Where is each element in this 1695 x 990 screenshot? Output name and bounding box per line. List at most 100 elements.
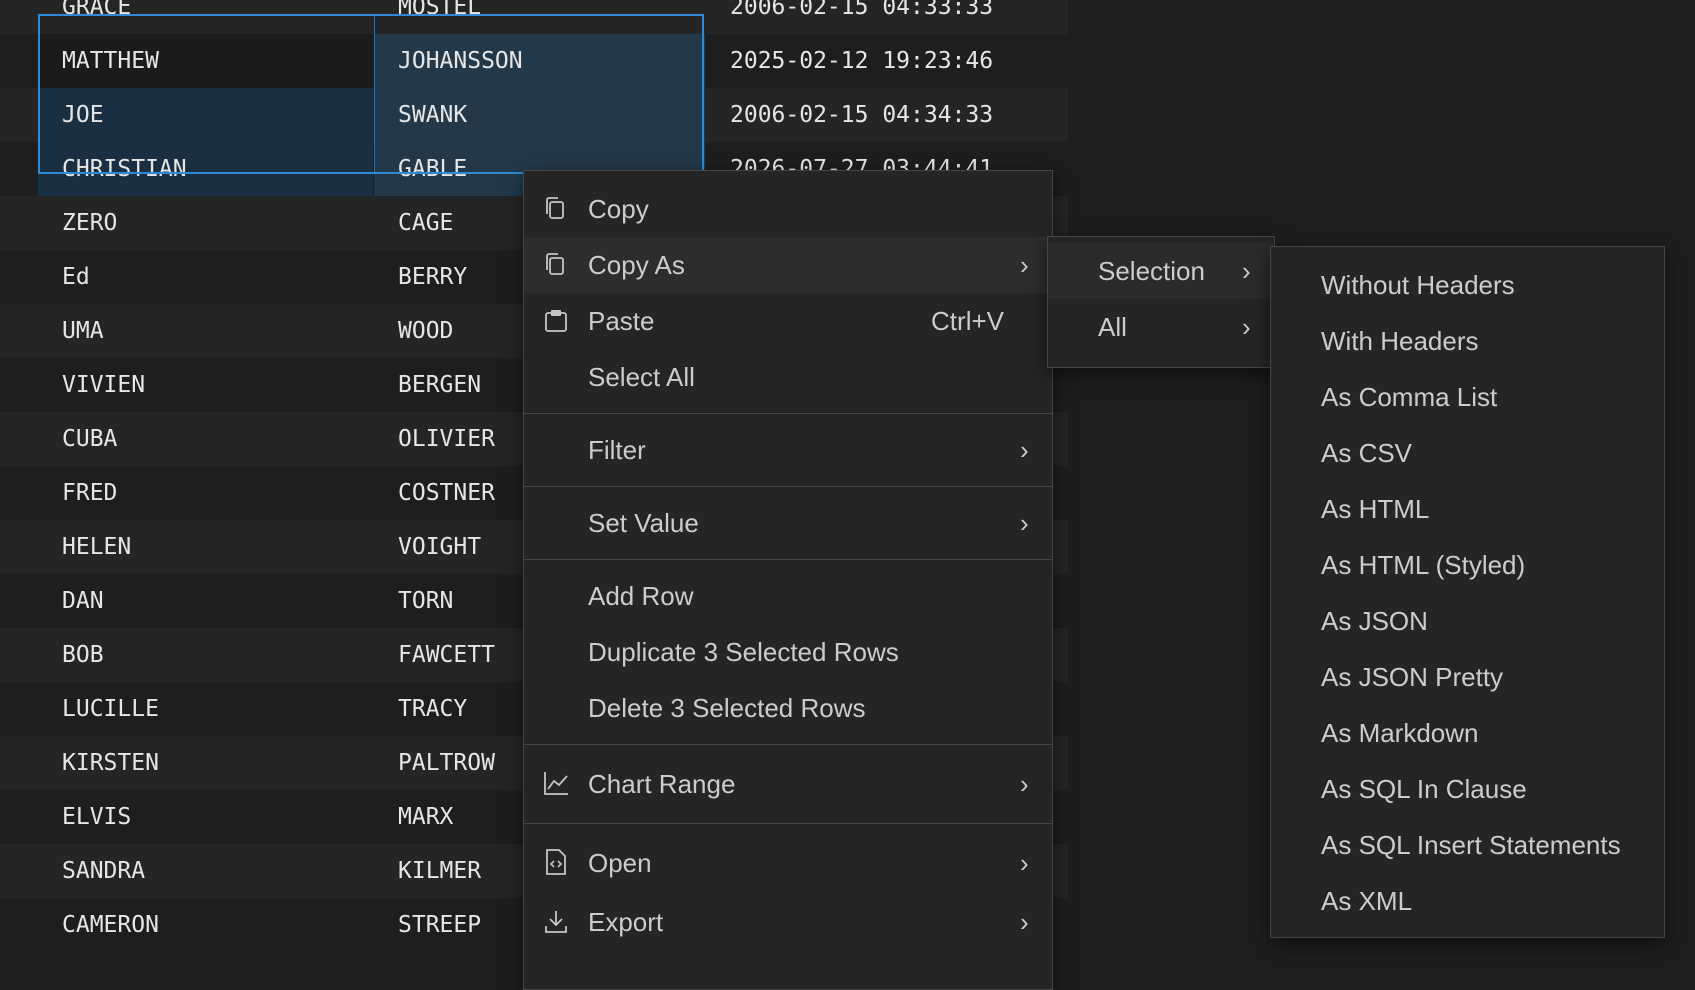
menu-item-label: Add Row	[588, 581, 694, 611]
menu-item-label: As XML	[1321, 886, 1413, 916]
chevron-right-icon: ›	[1020, 907, 1029, 937]
last-update-cell[interactable]: 2025-02-12 19:23:46	[706, 34, 1068, 88]
line-chart-icon	[542, 769, 570, 797]
first-name-cell[interactable]: SANDRA	[38, 844, 373, 898]
menu-item-open[interactable]: Open ›	[524, 832, 1052, 894]
menu-item-copy-format[interactable]: As HTML	[1271, 481, 1664, 537]
first-name-cell[interactable]: FRED	[38, 466, 373, 520]
menu-item-copy[interactable]: Copy	[524, 181, 1052, 237]
menu-item-label: As HTML	[1321, 494, 1430, 524]
last-update-cell[interactable]: 2006-02-15 04:34:33	[706, 88, 1068, 142]
context-menu: Copy Copy As › Paste Ctrl+V Select All F…	[523, 170, 1053, 990]
menu-item-add-row[interactable]: Add Row	[524, 568, 1052, 624]
menu-item-label: Delete 3 Selected Rows	[588, 693, 866, 723]
chevron-right-icon: ›	[1242, 312, 1251, 342]
menu-item-delete-rows[interactable]: Delete 3 Selected Rows	[524, 680, 1052, 736]
copy-icon	[542, 251, 570, 279]
first-name-cell[interactable]: CUBA	[38, 412, 373, 466]
menu-item-paste[interactable]: Paste Ctrl+V	[524, 293, 1052, 349]
menu-separator	[524, 559, 1052, 560]
last-update-cell[interactable]: 2006-02-15 04:33:33	[706, 0, 1068, 34]
first-name-cell[interactable]: BOB	[38, 628, 373, 682]
selection-format-submenu: Without Headers With Headers As Comma List…	[1270, 246, 1665, 938]
first-name-cell[interactable]: GRACE	[38, 0, 373, 34]
menu-item-copy-format[interactable]: As HTML (Styled)	[1271, 537, 1664, 593]
menu-item-copy-format[interactable]: As SQL In Clause	[1271, 761, 1664, 817]
table-row[interactable]: JOE SWANK 2006-02-15 04:34:33	[0, 88, 1068, 142]
menu-item-copy-format[interactable]: As SQL Insert Statements	[1271, 817, 1664, 873]
last-name-cell[interactable]: MOSTEL	[374, 0, 705, 34]
menu-item-label: Select All	[588, 362, 695, 392]
menu-item-copy-format[interactable]: As JSON Pretty	[1271, 649, 1664, 705]
menu-item-all[interactable]: All ›	[1048, 299, 1274, 355]
menu-item-copy-format[interactable]: As Comma List	[1271, 369, 1664, 425]
menu-item-chart-range[interactable]: Chart Range ›	[524, 753, 1052, 815]
chevron-right-icon: ›	[1020, 769, 1029, 799]
first-name-cell[interactable]: CHRISTIAN	[38, 142, 373, 196]
menu-separator	[524, 744, 1052, 745]
menu-item-copy-format[interactable]: Without Headers	[1271, 257, 1664, 313]
menu-item-label: As JSON Pretty	[1321, 662, 1504, 692]
menu-item-copy-format[interactable]: As Markdown	[1271, 705, 1664, 761]
menu-separator	[524, 823, 1052, 824]
copy-icon	[542, 195, 570, 223]
code-file-icon	[542, 848, 570, 876]
paste-shortcut: Ctrl+V	[931, 306, 1004, 336]
download-icon	[542, 908, 570, 936]
first-name-cell[interactable]: UMA	[38, 304, 373, 358]
last-name-cell[interactable]: JOHANSSON	[374, 34, 705, 88]
first-name-cell[interactable]: LUCILLE	[38, 682, 373, 736]
first-name-cell[interactable]: Ed	[38, 250, 373, 304]
menu-item-label: Selection	[1098, 256, 1205, 286]
first-name-cell[interactable]: HELEN	[38, 520, 373, 574]
first-name-cell[interactable]: MATTHEW	[38, 34, 373, 88]
first-name-cell[interactable]: CAMERON	[38, 898, 373, 952]
menu-item-label: Copy	[588, 194, 649, 224]
menu-item-set-value[interactable]: Set Value ›	[524, 495, 1052, 551]
menu-item-label: Open	[588, 848, 652, 878]
menu-item-copy-format[interactable]: As XML	[1271, 873, 1664, 929]
menu-item-label: As JSON	[1321, 606, 1428, 636]
chevron-right-icon: ›	[1242, 256, 1251, 286]
menu-item-copy-as[interactable]: Copy As ›	[524, 237, 1052, 293]
menu-item-label: Copy As	[588, 250, 685, 280]
menu-item-label: Chart Range	[588, 769, 736, 799]
menu-item-copy-format[interactable]: With Headers	[1271, 313, 1664, 369]
last-name-cell[interactable]: SWANK	[374, 88, 705, 142]
menu-item-label: As Comma List	[1321, 382, 1498, 412]
first-name-cell[interactable]: VIVIEN	[38, 358, 373, 412]
menu-item-label: Export	[588, 907, 664, 937]
clipboard-icon	[542, 307, 570, 335]
copy-as-submenu: Selection › All ›	[1047, 236, 1275, 368]
first-name-cell[interactable]: ELVIS	[38, 790, 373, 844]
menu-item-label: With Headers	[1321, 326, 1479, 356]
first-name-cell[interactable]: ZERO	[38, 196, 373, 250]
menu-item-label: Filter	[588, 435, 646, 465]
table-row[interactable]: MATTHEW JOHANSSON 2025-02-12 19:23:46	[0, 34, 1068, 88]
menu-item-label: As Markdown	[1321, 718, 1479, 748]
menu-item-label: As SQL Insert Statements	[1321, 830, 1621, 860]
chevron-right-icon: ›	[1020, 435, 1029, 465]
menu-item-duplicate-rows[interactable]: Duplicate 3 Selected Rows	[524, 624, 1052, 680]
menu-item-label: Paste	[588, 306, 655, 336]
first-name-cell[interactable]: JOE	[38, 88, 373, 142]
first-name-cell[interactable]: KIRSTEN	[38, 736, 373, 790]
menu-item-label: All	[1098, 312, 1127, 342]
first-name-cell[interactable]: DAN	[38, 574, 373, 628]
chevron-right-icon: ›	[1020, 848, 1029, 878]
menu-item-filter[interactable]: Filter ›	[524, 422, 1052, 478]
menu-item-export[interactable]: Export ›	[524, 894, 1052, 950]
menu-item-label: Duplicate 3 Selected Rows	[588, 637, 899, 667]
menu-item-label: As HTML (Styled)	[1321, 550, 1526, 580]
chevron-right-icon: ›	[1020, 250, 1029, 280]
menu-item-label: Without Headers	[1321, 270, 1515, 300]
menu-item-selection[interactable]: Selection ›	[1048, 243, 1274, 299]
chevron-right-icon: ›	[1020, 508, 1029, 538]
menu-item-select-all[interactable]: Select All	[524, 349, 1052, 405]
menu-item-label: As SQL In Clause	[1321, 774, 1527, 804]
table-row[interactable]: GRACE MOSTEL 2006-02-15 04:33:33	[0, 0, 1068, 34]
menu-separator	[524, 486, 1052, 487]
menu-item-copy-format[interactable]: As CSV	[1271, 425, 1664, 481]
menu-item-label: Set Value	[588, 508, 699, 538]
menu-item-copy-format[interactable]: As JSON	[1271, 593, 1664, 649]
